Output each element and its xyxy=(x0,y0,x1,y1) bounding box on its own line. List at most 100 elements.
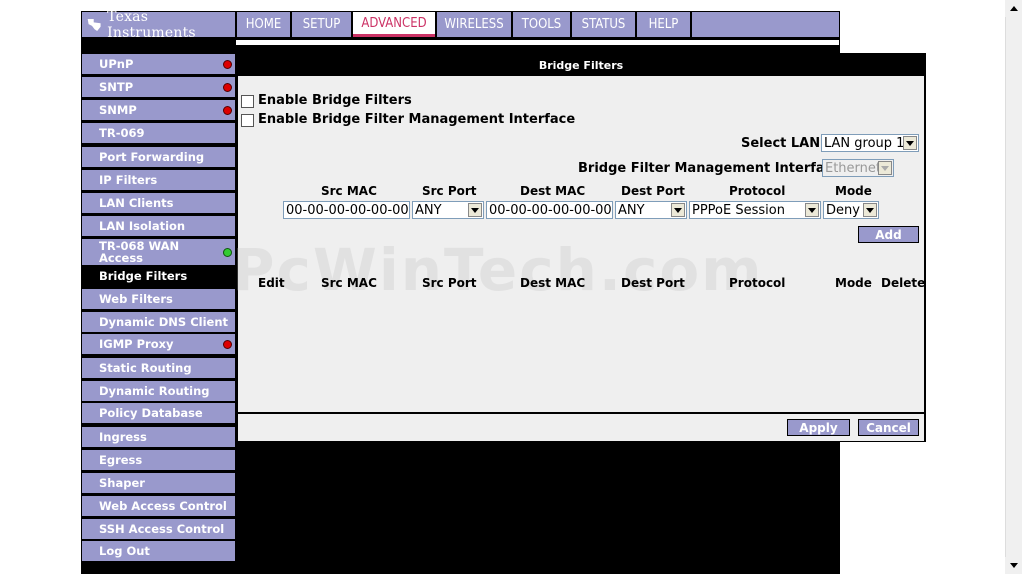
sidebar-item-label: SNMP xyxy=(99,103,137,117)
apply-button[interactable]: Apply xyxy=(787,419,850,436)
sidebar-item-lan-clients[interactable]: LAN Clients xyxy=(82,193,235,213)
enable-bridge-filters-checkbox[interactable] xyxy=(241,95,254,108)
form-header-protocol: Protocol xyxy=(729,184,786,198)
form-header-src-port: Src Port xyxy=(422,184,477,198)
mgmt-interface-value: Ethernet xyxy=(825,160,881,176)
status-red-icon xyxy=(223,339,232,349)
list-header-dest-port: Dest Port xyxy=(621,276,685,290)
texas-state-icon xyxy=(87,18,101,31)
sidebar-item-label: Port Forwarding xyxy=(99,150,205,164)
sidebar-item-upnp[interactable]: UPnP xyxy=(82,54,235,74)
mgmt-interface-label: Bridge Filter Management Interface: xyxy=(578,161,847,176)
sidebar-item-egress[interactable]: Egress xyxy=(82,450,235,470)
sidebar-item-log-out[interactable]: Log Out xyxy=(82,541,235,561)
sidebar-item-ip-filters[interactable]: IP Filters xyxy=(82,170,235,190)
status-green-icon xyxy=(223,247,232,257)
texas-instruments-logo: Texas Instruments xyxy=(82,9,235,41)
sidebar-item-label: SNTP xyxy=(99,80,134,94)
sidebar-item-dynamic-routing[interactable]: Dynamic Routing xyxy=(82,381,235,401)
list-header-delete: Delete xyxy=(881,276,926,290)
chevron-down-icon xyxy=(863,203,877,217)
sidebar-item-label: IP Filters xyxy=(99,173,158,187)
add-button[interactable]: Add xyxy=(858,226,919,243)
protocol-value: PPPoE Session xyxy=(692,202,785,218)
sidebar-item-lan-isolation[interactable]: LAN Isolation xyxy=(82,216,235,236)
sidebar-item-tr069[interactable]: TR-069 xyxy=(82,123,235,143)
nav-underline xyxy=(236,40,839,45)
sidebar-item-ingress[interactable]: Ingress xyxy=(82,427,235,447)
sidebar-item-label: UPnP xyxy=(99,57,134,71)
vertical-scrollbar[interactable] xyxy=(1005,0,1022,574)
status-red-icon xyxy=(223,105,232,115)
sidebar-item-label: Bridge Filters xyxy=(99,269,188,283)
sidebar-item-port-forwarding[interactable]: Port Forwarding xyxy=(82,147,235,167)
sidebar-item-label: TR-069 xyxy=(99,126,145,140)
protocol-dropdown[interactable]: PPPoE Session xyxy=(689,201,821,219)
panel-title: Bridge Filters xyxy=(238,55,924,75)
sidebar-item-web-access-control[interactable]: Web Access Control xyxy=(82,496,235,516)
tab-spacer xyxy=(692,12,839,37)
tab-tools[interactable]: TOOLS xyxy=(513,12,570,37)
dest-port-value: ANY xyxy=(618,202,645,218)
tab-help[interactable]: HELP xyxy=(637,12,690,37)
list-header-src-port: Src Port xyxy=(422,276,477,290)
sidebar-item-label: IGMP Proxy xyxy=(99,337,174,351)
sidebar-item-label: LAN Clients xyxy=(99,196,174,210)
form-header-dest-port: Dest Port xyxy=(621,184,685,198)
mode-dropdown[interactable]: Deny xyxy=(823,201,879,219)
sidebar-item-policy-database[interactable]: Policy Database xyxy=(82,403,235,423)
select-lan-value: LAN group 1 xyxy=(824,135,905,151)
sidebar-item-label: Dynamic DNS Client xyxy=(99,315,228,329)
scroll-down-arrow-icon[interactable] xyxy=(1005,557,1022,574)
src-port-value: ANY xyxy=(415,202,442,218)
chevron-down-icon xyxy=(878,161,892,175)
sidebar-item-dynamic-dns-client[interactable]: Dynamic DNS Client xyxy=(82,312,235,332)
sidebar-item-label: TR-068 WAN Access xyxy=(99,239,180,265)
sidebar-item-label: Log Out xyxy=(99,544,150,558)
sidebar-item-label: Dynamic Routing xyxy=(99,384,210,398)
sidebar-item-label: Shaper xyxy=(99,476,145,490)
sidebar-item-tr068-wan-access[interactable]: TR-068 WAN Access xyxy=(82,239,235,265)
enable-bridge-filters-label: Enable Bridge Filters xyxy=(258,93,412,108)
sidebar-item-snmp[interactable]: SNMP xyxy=(82,100,235,120)
sidebar-item-label: Ingress xyxy=(99,430,147,444)
tab-wireless[interactable]: WIRELESS xyxy=(437,12,511,37)
src-mac-input[interactable]: 00-00-00-00-00-00 xyxy=(283,201,410,219)
dest-mac-input[interactable]: 00-00-00-00-00-00 xyxy=(486,201,613,219)
tab-advanced[interactable]: ADVANCED xyxy=(353,12,435,37)
chevron-down-icon xyxy=(468,203,482,217)
list-header-src-mac: Src MAC xyxy=(321,276,377,290)
sidebar-item-label: SSH Access Control xyxy=(99,522,225,536)
sidebar-item-sntp[interactable]: SNTP xyxy=(82,77,235,97)
sidebar-item-label: Web Filters xyxy=(99,292,173,306)
sidebar-item-label: Egress xyxy=(99,453,143,467)
watermark: PcWinTech.com xyxy=(232,236,764,304)
tab-home[interactable]: HOME xyxy=(237,12,290,37)
sidebar-item-web-filters[interactable]: Web Filters xyxy=(82,289,235,309)
sidebar-item-ssh-access-control[interactable]: SSH Access Control xyxy=(82,519,235,539)
form-header-src-mac: Src MAC xyxy=(321,184,377,198)
enable-mgmt-interface-label: Enable Bridge Filter Management Interfac… xyxy=(258,112,576,127)
dest-port-dropdown[interactable]: ANY xyxy=(615,201,687,219)
sidebar-item-shaper[interactable]: Shaper xyxy=(82,473,235,493)
chevron-down-icon xyxy=(671,203,685,217)
sidebar-item-label: Policy Database xyxy=(99,406,203,420)
cancel-button[interactable]: Cancel xyxy=(858,419,919,436)
chevron-down-icon xyxy=(903,136,917,150)
brand-name: Texas Instruments xyxy=(107,8,196,41)
mgmt-interface-dropdown[interactable]: Ethernet xyxy=(822,159,894,177)
scroll-up-arrow-icon[interactable] xyxy=(1005,0,1022,17)
tab-setup[interactable]: SETUP xyxy=(292,12,351,37)
sidebar-item-static-routing[interactable]: Static Routing xyxy=(82,358,235,378)
sidebar-item-label: Static Routing xyxy=(99,361,192,375)
form-header-dest-mac: Dest MAC xyxy=(520,184,586,198)
enable-mgmt-interface-checkbox[interactable] xyxy=(241,114,254,127)
list-header-edit: Edit xyxy=(258,276,285,290)
src-port-dropdown[interactable]: ANY xyxy=(412,201,484,219)
list-header-mode: Mode xyxy=(835,276,872,290)
select-lan-dropdown[interactable]: LAN group 1 xyxy=(821,134,919,152)
tab-status[interactable]: STATUS xyxy=(572,12,635,37)
sidebar-item-label: LAN Isolation xyxy=(99,219,186,233)
sidebar-item-igmp-proxy[interactable]: IGMP Proxy xyxy=(82,334,235,354)
sidebar-item-bridge-filters[interactable]: Bridge Filters xyxy=(82,266,235,286)
